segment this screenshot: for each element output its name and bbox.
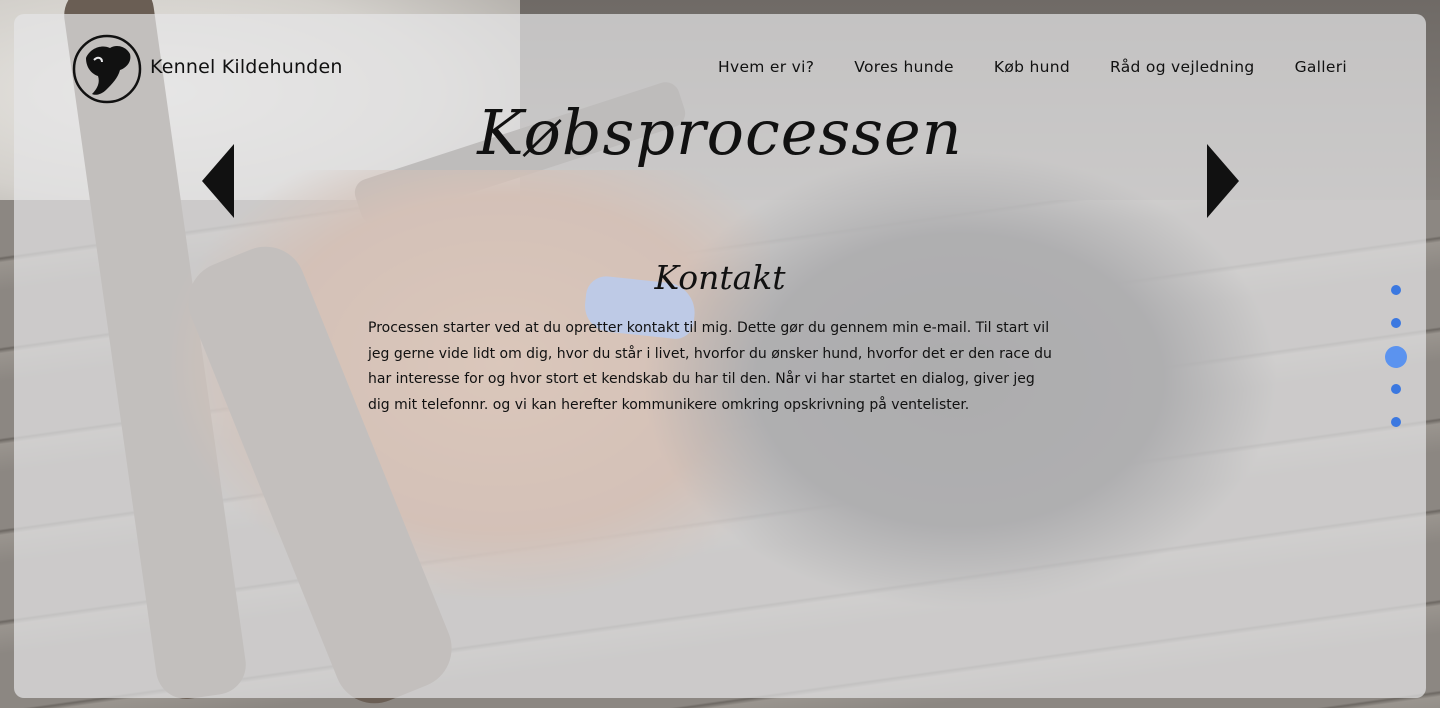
section-title: Kontakt (654, 258, 786, 297)
main-nav: Hvem er vi? Vores hunde Køb hund Råd og … (718, 58, 1347, 76)
triangle-right-icon[interactable] (1205, 142, 1241, 224)
pagination-dot[interactable] (1391, 318, 1401, 328)
triangle-left-icon[interactable] (200, 142, 236, 224)
nav-item-galleri[interactable]: Galleri (1295, 58, 1347, 76)
nav-item-hvem-er-vi[interactable]: Hvem er vi? (718, 58, 814, 76)
section-body-text: Processen starter ved at du opretter kon… (368, 320, 1052, 413)
nav-item-rad-og-vejledning[interactable]: Råd og vejledning (1110, 58, 1255, 76)
dog-silhouette-logo-icon[interactable] (72, 34, 142, 104)
brand-name[interactable]: Kennel Kildehunden (150, 56, 343, 78)
pagination-dot[interactable] (1391, 285, 1401, 295)
pagination-dot[interactable] (1391, 384, 1401, 394)
pagination-dot[interactable] (1391, 417, 1401, 427)
pagination-dot-active[interactable] (1385, 346, 1407, 368)
nav-item-vores-hunde[interactable]: Vores hunde (854, 58, 954, 76)
nav-item-kob-hund[interactable]: Køb hund (994, 58, 1070, 76)
